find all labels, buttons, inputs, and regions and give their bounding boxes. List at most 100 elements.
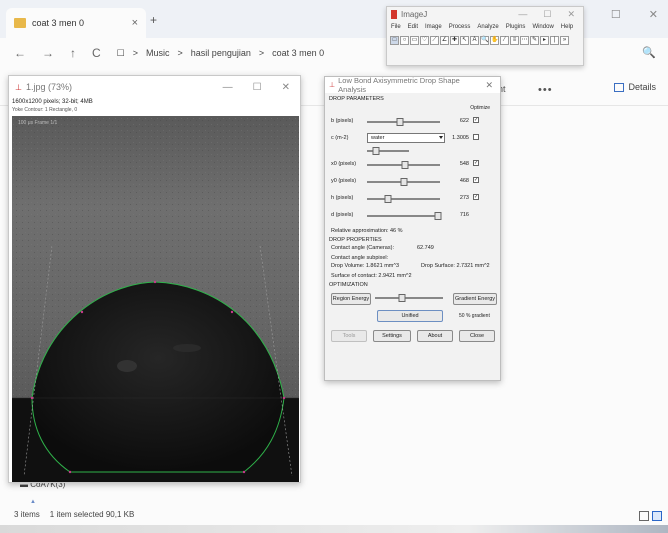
- param-slider[interactable]: [367, 178, 440, 186]
- hand-tool-icon[interactable]: ✋: [490, 36, 499, 45]
- details-view-icon[interactable]: [639, 511, 649, 521]
- back-arrow-icon[interactable]: ←: [14, 46, 26, 60]
- switch-toolsets-icon[interactable]: »: [560, 36, 569, 45]
- menu-analyze[interactable]: Analyze: [477, 24, 498, 30]
- optimize-checkbox[interactable]: ✓: [473, 177, 479, 183]
- section-drop-properties: DROP PROPERTIES: [329, 237, 382, 243]
- refresh-icon[interactable]: C: [92, 46, 101, 60]
- optimize-checkbox[interactable]: ✓: [473, 160, 479, 166]
- menu-file[interactable]: File: [391, 24, 401, 30]
- optimize-checkbox[interactable]: ✓: [473, 194, 479, 200]
- forward-arrow-icon[interactable]: →: [42, 46, 54, 60]
- minimize-button[interactable]: —: [518, 9, 527, 20]
- image-window-title: 1.jpg (73%): [25, 82, 72, 92]
- droplet-image-canvas[interactable]: 100 μs Frame 1/1: [12, 116, 299, 482]
- slider-thumb[interactable]: [372, 147, 380, 155]
- line-tool-icon[interactable]: ⟋: [430, 36, 439, 45]
- param-slider[interactable]: [367, 161, 440, 169]
- section-optimization: OPTIMIZATION: [329, 282, 368, 288]
- breadcrumb-item-music[interactable]: Music: [146, 48, 170, 58]
- dialog-tab-buttons: Tools Settings About Close: [329, 328, 498, 344]
- tab-close-icon[interactable]: ×: [132, 17, 138, 29]
- new-tab-button[interactable]: +: [150, 13, 157, 27]
- maximize-button[interactable]: ☐: [611, 8, 621, 21]
- dialog-close-icon[interactable]: ✕: [485, 80, 500, 91]
- imagej-titlebar[interactable]: ImageJ — ☐ ✕: [387, 7, 583, 21]
- c-fine-slider[interactable]: [367, 147, 409, 155]
- contour-point: [282, 396, 286, 400]
- point-tool-icon[interactable]: ✚: [450, 36, 459, 45]
- optimization-row: Region Energy Gradient Energy: [329, 290, 498, 308]
- explorer-tab[interactable]: coat 3 men 0 ×: [6, 8, 146, 38]
- menu-image[interactable]: Image: [425, 24, 442, 30]
- settings-button[interactable]: Settings: [373, 330, 411, 342]
- liquid-select[interactable]: water: [367, 133, 445, 143]
- menu-plugins[interactable]: Plugins: [506, 24, 526, 30]
- param-slider[interactable]: [367, 118, 440, 126]
- minimize-button[interactable]: —: [223, 82, 233, 93]
- dropper-tool-icon[interactable]: ⁄: [500, 36, 509, 45]
- droplet-reflection: [173, 344, 201, 352]
- slider-thumb[interactable]: [384, 195, 392, 203]
- close-button[interactable]: ✕: [649, 8, 658, 21]
- more-options-button[interactable]: •••: [538, 84, 553, 96]
- about-button[interactable]: About: [417, 330, 453, 342]
- region-energy-button[interactable]: Region Energy: [331, 293, 371, 305]
- arrow-tool-icon[interactable]: ▸: [540, 36, 549, 45]
- search-icon[interactable]: 🔍: [642, 46, 656, 59]
- expand-arrow-icon[interactable]: ▲: [30, 499, 36, 505]
- param-slider[interactable]: [367, 212, 442, 220]
- image-window-titlebar[interactable]: ⊥ 1.jpg (73%) — ☐ ✕: [9, 76, 300, 98]
- text-tool-icon[interactable]: A: [470, 36, 479, 45]
- menu-process[interactable]: Process: [449, 24, 471, 30]
- unified-button[interactable]: Unified: [377, 310, 443, 322]
- gradient-energy-button[interactable]: Gradient Energy: [453, 293, 497, 305]
- lut-tool-icon[interactable]: ≡: [510, 36, 519, 45]
- dialog-close-button[interactable]: Close: [459, 330, 495, 342]
- more-tools-icon[interactable]: ⋯: [520, 36, 529, 45]
- tiles-view-icon[interactable]: [652, 511, 662, 521]
- breadcrumb-item-current[interactable]: coat 3 men 0: [272, 48, 324, 58]
- menu-edit[interactable]: Edit: [408, 24, 418, 30]
- slider-thumb[interactable]: [396, 118, 404, 126]
- energy-balance-slider[interactable]: [375, 294, 443, 302]
- surface-of-contact: Surface of contact: 2.9421 mm^2: [331, 273, 412, 279]
- monitor-icon[interactable]: ☐: [117, 48, 125, 59]
- view-toggle: [639, 511, 662, 521]
- slider-thumb[interactable]: [401, 161, 409, 169]
- rounded-rect-tool-icon[interactable]: ▭: [410, 36, 419, 45]
- details-button[interactable]: Details: [614, 82, 656, 92]
- contour-point: [80, 310, 84, 314]
- c-fine-slider-row: [329, 147, 498, 156]
- param-label: x0 (pixels): [331, 161, 357, 167]
- slider-thumb[interactable]: [400, 178, 407, 186]
- slider-thumb[interactable]: [398, 294, 406, 302]
- up-arrow-icon[interactable]: ↑: [70, 46, 76, 60]
- optimize-checkbox[interactable]: [473, 134, 479, 140]
- tools-button[interactable]: Tools: [331, 330, 367, 342]
- dialog-titlebar[interactable]: ⊥ Low Bond Axisymmetric Drop Shape Analy…: [325, 76, 500, 94]
- rectangle-tool-icon[interactable]: □: [390, 36, 399, 45]
- image-watermark: 100 μs Frame 1/1: [18, 120, 58, 126]
- optimize-checkbox[interactable]: ✓: [473, 117, 479, 123]
- angle-tool-icon[interactable]: ∠: [440, 36, 449, 45]
- zoom-tool-icon[interactable]: 🔍: [480, 36, 489, 45]
- maximize-button[interactable]: ☐: [253, 82, 262, 93]
- param-label: b (pixels): [331, 118, 354, 124]
- menu-window[interactable]: Window: [532, 24, 553, 30]
- param-slider[interactable]: [367, 195, 440, 203]
- close-button[interactable]: ✕: [282, 82, 290, 93]
- drop-volume: Drop Volume: 1.8621 mm^3: [331, 263, 400, 269]
- menu-help[interactable]: Help: [561, 24, 573, 30]
- image-window[interactable]: ⊥ 1.jpg (73%) — ☐ ✕ 1600x1200 pixels; 32…: [8, 75, 301, 483]
- wand-tool-icon[interactable]: ↖: [460, 36, 469, 45]
- freehand-tool-icon[interactable]: ♡: [420, 36, 429, 45]
- maximize-button[interactable]: ☐: [543, 9, 551, 20]
- brush-tool-icon[interactable]: ✎: [530, 36, 539, 45]
- slider-thumb[interactable]: [434, 212, 442, 220]
- param-value: 716: [459, 212, 469, 218]
- breadcrumb-item-hasil-pengujian[interactable]: hasil pengujian: [191, 48, 251, 58]
- optimize-label: Optimize: [470, 105, 490, 111]
- close-button[interactable]: ✕: [567, 9, 575, 20]
- oval-tool-icon[interactable]: ○: [400, 36, 409, 45]
